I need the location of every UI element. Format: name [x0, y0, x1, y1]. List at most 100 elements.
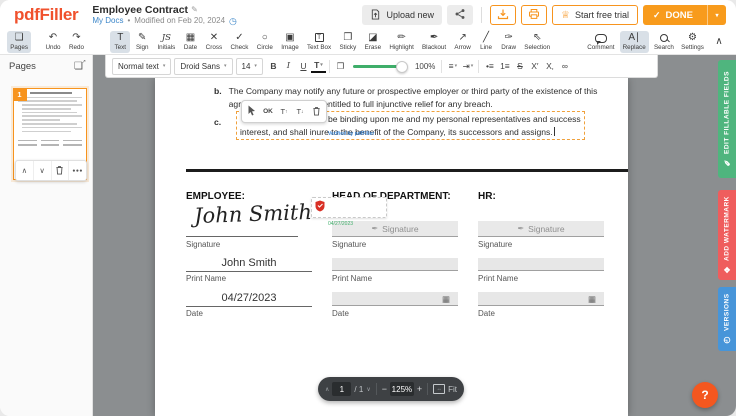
toolbar-replace[interactable]: A∣Replace [620, 31, 649, 54]
toolbar-pages[interactable]: ❏Pages [7, 31, 31, 54]
hr-date-field[interactable]: ▦ [478, 292, 604, 306]
print-button[interactable] [521, 5, 547, 25]
caret-down-icon: ▾ [163, 63, 166, 69]
font-family-dropdown[interactable]: Droid Sans▾ [174, 58, 232, 75]
toolbar-settings[interactable]: ⚙Settings [678, 31, 707, 54]
help-button[interactable]: ? [692, 382, 718, 408]
employee-signature-line [186, 236, 298, 237]
toolbar-undo[interactable]: ↶Undo [42, 31, 64, 54]
next-page-button[interactable]: ∨ [366, 386, 370, 393]
verified-shield-icon [315, 199, 325, 217]
zoom-out-button[interactable]: − [382, 384, 387, 394]
toolbar-text-box[interactable]: TText Box [304, 31, 334, 53]
strikethrough-button[interactable]: S [512, 59, 527, 74]
breadcrumb-my-docs[interactable]: My Docs [92, 16, 123, 25]
move-page-down-button[interactable]: ∨ [34, 161, 52, 180]
done-button[interactable]: ✓ DONE ▾ [643, 5, 726, 25]
fit-page-button[interactable]: ↔ Fit [433, 384, 457, 394]
indent-dropdown[interactable]: ⇥▾ [460, 59, 475, 74]
add-watermark-tab[interactable]: ❖ADD WATERMARK [718, 190, 736, 280]
current-page-input[interactable]: 1 [332, 382, 351, 396]
employee-date[interactable]: 04/27/2023 [186, 292, 312, 304]
hr-heading: HR: [478, 191, 496, 202]
ok-button[interactable]: OK [260, 103, 276, 120]
decrease-font-button[interactable]: T↓ [292, 103, 308, 120]
align-dropdown[interactable]: ≡▾ [445, 59, 460, 74]
move-text-button[interactable] [244, 103, 260, 120]
versions-tab[interactable]: ◷VERSIONS [718, 287, 736, 351]
list-item-c-marker: c. [214, 117, 221, 127]
delete-text-button[interactable] [308, 103, 324, 120]
check-icon: ✓ [653, 10, 661, 21]
numbered-list-button[interactable]: 1≡ [497, 59, 512, 74]
bullet-list-button[interactable]: •≡ [482, 59, 497, 74]
toolbar-search[interactable]: Search [651, 31, 677, 54]
toolbar-draw[interactable]: ✑Draw [498, 31, 519, 54]
toolbar-blackout[interactable]: ✒Blackout [419, 31, 449, 54]
pdffiller-logo[interactable]: pdfFiller [14, 5, 78, 25]
toolbar-arrow[interactable]: ↗Arrow [451, 31, 474, 54]
underline-button[interactable]: U [296, 59, 311, 74]
toolbar-redo[interactable]: ↷Redo [66, 31, 88, 54]
toolbar-line[interactable]: ╱Line [476, 31, 496, 54]
verified-signature-badge[interactable]: Verified by pdfFiller 04/27/2023 [311, 197, 387, 218]
delete-page-button[interactable] [52, 161, 70, 180]
more-page-options-button[interactable]: ●●● [69, 161, 86, 180]
caret-down-icon: ▾ [224, 63, 227, 69]
upload-new-button[interactable]: Upload new [362, 5, 442, 25]
font-size-dropdown[interactable]: 14▾ [236, 58, 263, 75]
start-free-trial-button[interactable]: ♕ Start free trial [552, 5, 638, 25]
move-page-up-button[interactable]: ∧ [16, 161, 34, 180]
text-color-button[interactable]: T▾ [311, 60, 326, 73]
employee-signature-script[interactable]: John Smith [191, 200, 316, 228]
toolbar-check[interactable]: ✓Check [227, 31, 251, 54]
done-dropdown-caret[interactable]: ▾ [707, 5, 726, 25]
caret-down-icon: ▾ [455, 63, 458, 69]
subscript-button[interactable]: X‚ [542, 59, 557, 74]
toolbar-erase[interactable]: ◪Erase [361, 31, 384, 54]
toolbar-date[interactable]: ▦Date [180, 31, 200, 54]
toolbar-selection[interactable]: ⇖Selection [521, 31, 553, 54]
share-button[interactable] [447, 5, 473, 25]
toolbar-highlight[interactable]: ✏Highlight [386, 31, 417, 54]
zoom-in-button[interactable]: + [417, 384, 422, 394]
employee-print-label: Print Name [186, 274, 226, 283]
employee-print-name[interactable]: John Smith [186, 257, 312, 269]
toolbar-text[interactable]: TText [110, 31, 130, 54]
toolbar-sticky[interactable]: ❐Sticky [336, 31, 359, 54]
edit-fillable-fields-tab[interactable]: ✎EDIT FILLABLE FIELDS [718, 60, 736, 178]
history-clock-icon[interactable]: ◷ [229, 16, 237, 26]
zoom-level-value[interactable]: 125% [390, 382, 414, 396]
toolbar-comment[interactable]: Comment [584, 31, 617, 54]
toolbar-image[interactable]: ▣Image [278, 31, 302, 54]
hr-date-label: Date [478, 309, 495, 318]
superscript-button[interactable]: X′ [527, 59, 542, 74]
italic-button[interactable]: I [281, 59, 296, 74]
copy-style-button[interactable]: ❐ [333, 59, 348, 74]
undo-icon: ↶ [49, 33, 57, 43]
verified-title: Verified by pdfFiller [328, 131, 374, 221]
download-button[interactable] [490, 5, 516, 25]
previous-page-button[interactable]: ∧ [325, 386, 329, 393]
toolbar-sign[interactable]: ✎Sign [132, 31, 152, 54]
toolbar-initials[interactable]: JSInitials [154, 31, 178, 54]
link-button[interactable]: ∞ [557, 59, 572, 74]
toolbar-collapse-toolbar[interactable]: ∧ [709, 35, 729, 49]
opacity-value: 100% [415, 62, 435, 71]
increase-font-button[interactable]: T↑ [276, 103, 292, 120]
export-pages-icon[interactable]: ❏ ↗ [74, 61, 83, 72]
calendar-icon: ▦ [588, 294, 596, 305]
slider-thumb[interactable] [396, 61, 408, 73]
bold-button[interactable]: B [266, 59, 281, 74]
opacity-slider[interactable] [353, 65, 403, 68]
head-date-field[interactable]: ▦ [332, 292, 458, 306]
modified-text: Modified on Feb 20, 2024 [134, 16, 225, 25]
toolbar-circle[interactable]: ○Circle [254, 31, 277, 54]
toolbar-cross[interactable]: ✕Cross [202, 31, 225, 54]
rename-pencil-icon[interactable]: ✎ [191, 5, 198, 14]
redo-icon: ↷ [72, 33, 80, 43]
total-pages-label: / 1 [354, 385, 363, 394]
hr-signature-field[interactable]: ✒ Signature [478, 221, 604, 237]
paragraph-style-dropdown[interactable]: Normal text▾ [112, 58, 171, 75]
hr-print-name-field[interactable] [478, 258, 604, 271]
